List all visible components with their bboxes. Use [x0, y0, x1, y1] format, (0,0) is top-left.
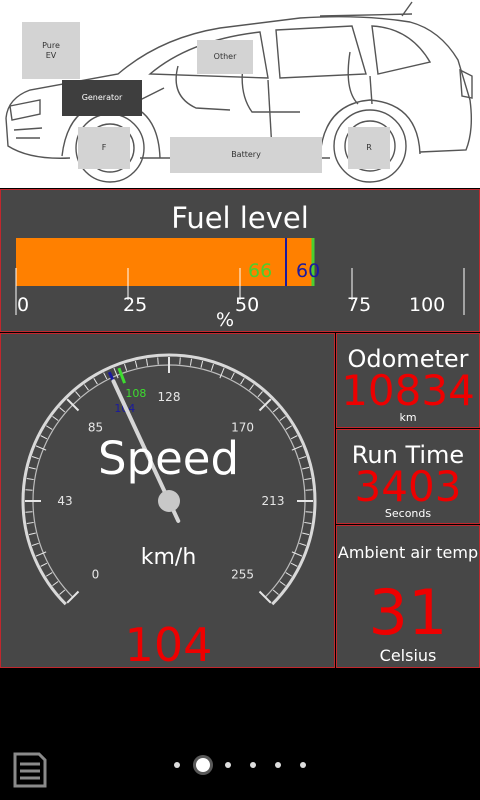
odometer-value: 10834	[341, 366, 475, 415]
page-dot[interactable]	[275, 762, 281, 768]
dial-tick	[302, 532, 310, 536]
run-time-unit: Seconds	[384, 507, 432, 520]
vehicle-diagram: Pure EV Generator Other F Battery R	[0, 0, 480, 188]
dial-tick	[52, 415, 59, 421]
dial-scale-label: 43	[57, 494, 72, 508]
dial-tick	[134, 360, 138, 368]
battery-indicator: Battery	[170, 137, 322, 173]
dial-tick	[45, 425, 53, 430]
fuel-tick-label: 25	[123, 294, 148, 316]
app-drawer-icon[interactable]	[11, 750, 49, 790]
speed-label: Speed	[97, 432, 240, 485]
dial-tick	[285, 425, 293, 430]
speed-unit: km/h	[140, 545, 197, 570]
dial-tick	[83, 384, 89, 391]
fuel-tick-label: 50	[235, 294, 260, 316]
dial-tick	[145, 358, 149, 366]
page-dot[interactable]	[250, 762, 256, 768]
dial-tick	[279, 415, 286, 421]
dial-tick	[272, 407, 279, 413]
front-motor-indicator: F	[78, 127, 130, 169]
dial-tick	[59, 589, 66, 595]
speed-gauge-panel[interactable]: 04385128170213255108104 Speed km/h 104	[0, 333, 335, 672]
dial-tick	[26, 521, 34, 525]
page-dot-active[interactable]	[196, 758, 210, 772]
fuel-tick-label: 0	[17, 294, 30, 316]
dial-tick	[240, 377, 245, 385]
dial-tick	[279, 581, 286, 587]
fuel-level-unit: %	[216, 309, 235, 331]
pure-ev-indicator: Pure EV	[22, 22, 80, 79]
needle-hub	[158, 490, 180, 512]
dial-scale-label: 213	[262, 494, 285, 508]
dial-tick	[25, 489, 33, 491]
dial-tick	[304, 521, 312, 525]
run-time-value: 3403	[354, 462, 462, 511]
dial-scale-label: 128	[158, 390, 181, 404]
dial-tick	[28, 532, 36, 536]
fuel-tick-label: 75	[347, 294, 372, 316]
dial-tick	[305, 489, 313, 491]
dial-tick	[25, 511, 33, 513]
dial-tick	[45, 572, 53, 577]
odometer-panel[interactable]: Odometer 10834 km	[336, 333, 480, 428]
speed-marker-green	[117, 367, 126, 384]
dial-tick	[124, 363, 128, 371]
dial-tick	[305, 511, 313, 513]
speed-marker-green-label: 108	[125, 387, 146, 400]
dial-tick	[59, 407, 66, 413]
dial-tick	[249, 384, 255, 391]
ambient-air-temp-unit: Celsius	[379, 646, 437, 665]
odometer-unit: km	[399, 411, 417, 424]
page-dot[interactable]	[300, 762, 306, 768]
dial-tick	[285, 572, 293, 577]
dial-tick	[179, 357, 181, 365]
dial-tick	[75, 391, 81, 398]
fuel-level-blue-value: 60	[296, 260, 320, 282]
dial-tick	[189, 358, 193, 366]
dial-tick	[103, 372, 108, 380]
page-dot[interactable]	[225, 762, 231, 768]
dial-tick	[93, 377, 98, 385]
fuel-tick-label: 100	[409, 294, 446, 316]
home-page-indicator[interactable]	[170, 752, 310, 778]
page-dot[interactable]	[174, 762, 180, 768]
other-indicator: Other	[197, 40, 253, 74]
run-time-panel[interactable]: Run Time 3403 Seconds	[336, 429, 480, 524]
dial-tick	[52, 581, 59, 587]
speed-value: 104	[124, 618, 213, 672]
dial-tick	[157, 357, 159, 365]
dial-tick	[230, 372, 235, 380]
generator-indicator: Generator	[62, 80, 142, 116]
dial-tick	[200, 360, 204, 368]
rear-motor-indicator: R	[348, 127, 390, 169]
dial-tick	[210, 363, 214, 371]
dial-tick	[272, 589, 279, 595]
ambient-air-temp-title: Ambient air temp	[337, 543, 479, 562]
dial-tick	[257, 391, 263, 398]
ambient-air-temp-panel[interactable]: Ambient air temp 31 Celsius	[336, 525, 480, 668]
fuel-level-panel[interactable]: Fuel level 66 60 0 25 50 75 100 %	[0, 189, 480, 332]
ambient-air-temp-value: 31	[368, 576, 448, 649]
fuel-level-green-value: 66	[248, 260, 272, 282]
